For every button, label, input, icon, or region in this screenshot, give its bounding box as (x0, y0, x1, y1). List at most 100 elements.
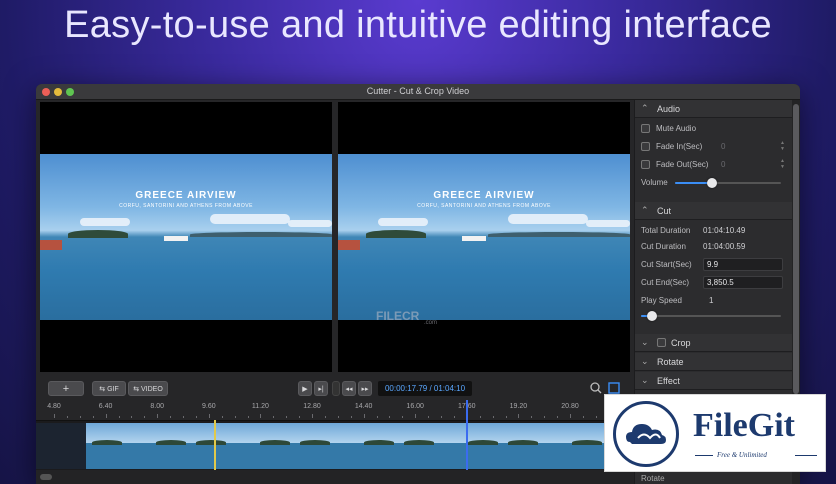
fade-out-field[interactable]: 0 (721, 160, 725, 169)
timeline-scroll-thumb[interactable] (40, 474, 52, 480)
timeline-scrollbar[interactable] (36, 470, 634, 484)
ruler-tick-label: 14.40 (354, 403, 373, 410)
ruler-tick (234, 416, 236, 418)
total-duration-label: Total Duration (641, 226, 691, 235)
tagline-rule-right (795, 455, 817, 456)
ruler-tick (312, 414, 313, 418)
timeline-filmstrip[interactable] (36, 420, 658, 470)
chevron-down-icon: ⌄ (641, 337, 649, 347)
play-speed-value: 1 (709, 296, 714, 305)
cut-section-header[interactable]: ⌃ Cut (635, 202, 792, 220)
next-button[interactable]: ▸▸ (358, 381, 372, 396)
step-forward-button[interactable]: ▸| (314, 381, 328, 396)
export-gif-button[interactable]: ⇆ GIF (92, 381, 126, 396)
ruler-tick (247, 416, 249, 418)
ruler-tick (544, 416, 546, 418)
video-label: VIDEO (141, 386, 163, 393)
filmstrip-thumbnail (502, 423, 554, 469)
rewind-icon: ◂◂ (345, 386, 353, 393)
effect-section-label: Effect (657, 376, 680, 386)
ruler-tick (389, 416, 391, 418)
fade-in-field[interactable]: 0 (721, 142, 725, 151)
fade-out-stepper[interactable]: ▲ ▼ (779, 158, 786, 171)
ruler-tick (118, 416, 120, 418)
cut-section-label: Cut (657, 206, 672, 216)
sidebar-scroll-thumb[interactable] (793, 104, 799, 394)
playhead[interactable] (466, 400, 468, 470)
playback-toolbar: + ⇆ GIF ⇆ VIDEO ▶ ▸| ◂◂ ▸▸ 00:00:17.79 /… (36, 376, 634, 400)
filmstrip-thumbnail (346, 423, 398, 469)
cut-end-field[interactable]: 3,850.5 (703, 276, 783, 289)
ruler-tick (324, 416, 326, 418)
ruler-tick (363, 414, 365, 418)
source-video-preview[interactable]: GREECE AIRVIEW CORFU, SANTORINI AND ATHE… (40, 102, 332, 372)
add-button[interactable]: + (48, 381, 84, 396)
fade-in-stepper[interactable]: ▲ ▼ (779, 140, 786, 153)
chevron-down-icon: ⌄ (641, 356, 649, 366)
ruler-tick (92, 416, 94, 418)
ruler-tick (428, 416, 430, 418)
ruler-tick-label: 16.00 (406, 403, 424, 410)
ruler-tick (453, 416, 455, 418)
cut-start-label: Cut Start(Sec) (641, 260, 692, 269)
previous-button[interactable]: ◂◂ (342, 381, 356, 396)
convert-icon: ⇆ (99, 386, 108, 393)
play-button[interactable]: ▶ (298, 381, 312, 396)
cut-end-row: Cut End(Sec) 3,850.5 (641, 276, 787, 290)
filmstrip-thumbnail (554, 423, 606, 469)
mute-audio-row: Mute Audio (641, 122, 787, 136)
video-overlay-subtitle: CORFU, SANTORINI AND ATHENS FROM ABOVE (417, 203, 551, 209)
ruler-tick (505, 416, 507, 418)
crop-checkbox[interactable] (657, 338, 666, 347)
cut-start-handle[interactable] (214, 420, 216, 470)
export-video-button[interactable]: ⇆ VIDEO (128, 381, 168, 396)
crop-view-icon[interactable] (608, 382, 620, 394)
ruler-tick (479, 416, 481, 418)
chevron-up-icon: ⌃ (641, 103, 649, 113)
timeline-ruler[interactable]: 4.806.408.009.6011.2012.8014.4016.0017.6… (36, 400, 662, 418)
fade-in-checkbox[interactable] (641, 142, 650, 151)
ruler-tick-label: 19.20 (509, 403, 528, 410)
output-video-preview[interactable]: GREECE AIRVIEW CORFU, SANTORINI AND ATHE… (338, 102, 630, 372)
badge-tagline: Free & Unlimited (717, 451, 767, 459)
filegit-badge: FileGit Free & Unlimited (604, 394, 826, 472)
ruler-tick (286, 416, 288, 418)
ruler-tick (415, 414, 417, 418)
fade-out-row: Fade Out(Sec) 0 ▲ ▼ (641, 158, 787, 172)
zoom-icon[interactable] (590, 382, 602, 394)
ruler-tick (79, 416, 81, 418)
fade-out-checkbox[interactable] (641, 160, 650, 169)
filmstrip-thumbnail (450, 423, 502, 469)
ruler-tick (54, 414, 55, 418)
chevron-down-icon: ⌄ (641, 375, 649, 385)
play-speed-slider[interactable] (641, 315, 781, 317)
volume-slider-knob[interactable] (707, 178, 717, 188)
watermark-domain: .com (424, 320, 438, 326)
timecode-display: 00:00:17.79 / 01:04:10 (378, 381, 472, 396)
cloud-icon (626, 424, 666, 444)
filmstrip-thumbnail (398, 423, 450, 469)
play-speed-slider-knob[interactable] (647, 311, 657, 321)
ruler-tick (195, 416, 197, 418)
video-overlay-title: GREECE AIRVIEW (135, 190, 237, 201)
cut-start-field[interactable]: 9.9 (703, 258, 783, 271)
mute-audio-label: Mute Audio (656, 124, 697, 133)
video-overlay-subtitle: CORFU, SANTORINI AND ATHENS FROM ABOVE (119, 203, 253, 209)
ruler-tick (260, 414, 262, 418)
filmstrip-thumbnail (294, 423, 346, 469)
ruler-tick (183, 416, 184, 418)
video-frame: GREECE AIRVIEW CORFU, SANTORINI AND ATHE… (40, 154, 332, 320)
effect-section-header[interactable]: ⌄ Effect (635, 372, 792, 390)
ruler-tick (557, 416, 559, 418)
ruler-tick-label: 12.80 (303, 403, 321, 410)
audio-section-header[interactable]: ⌃ Audio (635, 100, 792, 118)
badge-brand-name: FileGit (693, 407, 795, 444)
ruler-tick (144, 416, 146, 418)
crop-section-header[interactable]: ⌄ Crop (635, 334, 792, 352)
gif-label: GIF (107, 386, 119, 393)
filmstrip-thumbnail (86, 423, 138, 469)
video-overlay-title: GREECE AIRVIEW (433, 190, 535, 201)
mute-audio-checkbox[interactable] (641, 124, 650, 133)
tagline-rule-left (695, 455, 713, 456)
rotate-section-header[interactable]: ⌄ Rotate (635, 353, 792, 371)
